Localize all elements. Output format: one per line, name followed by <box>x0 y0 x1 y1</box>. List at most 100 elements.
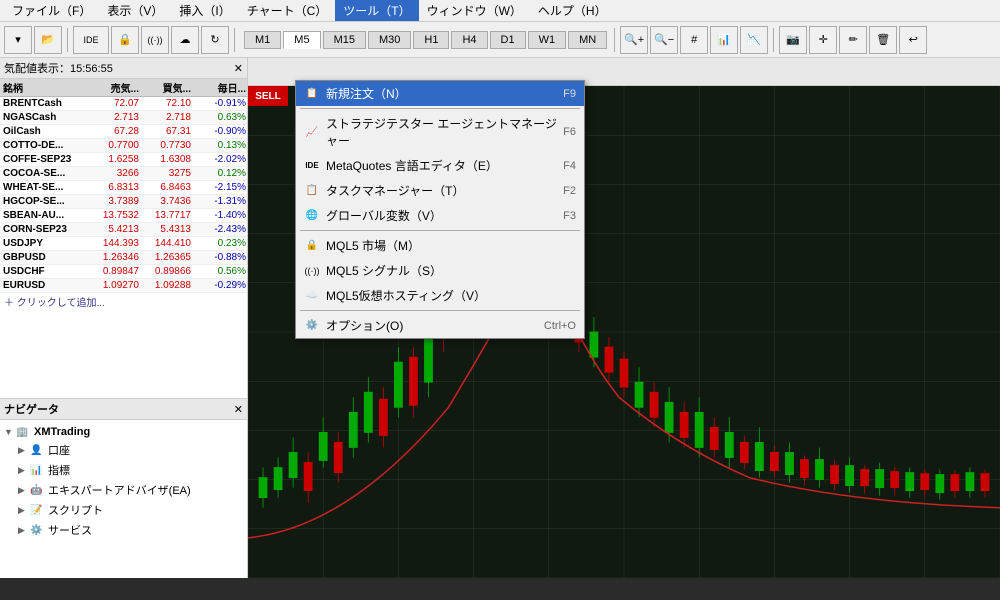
toolbar-chart-type2[interactable]: 📉 <box>740 26 768 54</box>
tab-h4[interactable]: H4 <box>451 31 487 49</box>
nav-expand-ea[interactable]: ▶ <box>18 485 28 496</box>
nav-icon-indicator: 📊 <box>30 465 44 476</box>
cell-symbol: COFFE-SEP23 <box>0 153 90 166</box>
nav-label-broker: XMTrading <box>34 426 90 438</box>
toolbar-cloud[interactable]: ☁ <box>171 26 199 54</box>
tab-m1[interactable]: M1 <box>244 31 281 49</box>
task-manager-icon: 📋 <box>304 183 320 199</box>
nav-expand-account[interactable]: ▶ <box>18 445 28 456</box>
table-row[interactable]: COFFE-SEP23 1.6258 1.6308 -2.02% <box>0 153 247 167</box>
cell-change: 0.56% <box>194 265 247 278</box>
separator-4 <box>773 28 774 52</box>
watchlist-header: 気配値表示：15:56:55 ✕ <box>0 58 247 79</box>
menu-mql5-hosting[interactable]: ☁️ MQL5仮想ホスティング（V） <box>296 283 584 308</box>
cell-change: -0.91% <box>194 97 247 110</box>
cell-symbol: BRENTCash <box>0 97 90 110</box>
col-sell: 売気... <box>90 79 142 96</box>
cell-sell: 6.8313 <box>90 181 142 194</box>
menu-tools[interactable]: ツール（T） <box>335 0 418 21</box>
mql5-hosting-icon: ☁️ <box>304 288 320 304</box>
cell-change: 0.12% <box>194 167 247 180</box>
menu-chart[interactable]: チャート（C） <box>239 0 336 21</box>
toolbar-open[interactable]: 📂 <box>34 26 62 54</box>
menu-task-manager[interactable]: 📋 タスクマネージャー（T） F2 <box>296 178 584 203</box>
nav-close[interactable]: ✕ <box>234 403 243 416</box>
table-row[interactable]: BRENTCash 72.07 72.10 -0.91% <box>0 97 247 111</box>
nav-item-script[interactable]: ▶ 📝 スクリプト <box>4 500 243 520</box>
menu-mql5-market[interactable]: 🔒 MQL5 市場（M） <box>296 233 584 258</box>
menu-new-order[interactable]: 📋 新規注文（N） F9 <box>296 81 584 106</box>
separator-3 <box>300 310 580 311</box>
toolbar-new[interactable]: ▾ <box>4 26 32 54</box>
menu-file[interactable]: ファイル（F） <box>4 0 99 21</box>
nav-item-indicator[interactable]: ▶ 📊 指標 <box>4 460 243 480</box>
cell-change: 0.13% <box>194 139 247 152</box>
menu-metaquotes-editor[interactable]: IDE MetaQuotes 言語エディタ（E） F4 <box>296 153 584 178</box>
sell-indicator[interactable]: SELL <box>248 86 288 106</box>
cell-sell: 2.713 <box>90 111 142 124</box>
separator-2 <box>300 230 580 231</box>
table-row[interactable]: WHEAT-SE... 6.8313 6.8463 -2.15% <box>0 181 247 195</box>
nav-expand-broker[interactable]: ▼ <box>4 427 14 437</box>
toolbar-draw[interactable]: ✏ <box>839 26 867 54</box>
tab-m30[interactable]: M30 <box>368 31 411 49</box>
nav-expand-script[interactable]: ▶ <box>18 505 28 516</box>
toolbar-chart-type1[interactable]: 📊 <box>710 26 738 54</box>
toolbar-grid[interactable]: # <box>680 26 708 54</box>
table-row[interactable]: USDJPY 144.393 144.410 0.23% <box>0 237 247 251</box>
toolbar-lock[interactable]: 🔒 <box>111 26 139 54</box>
table-row[interactable]: COTTO-DE... 0.7700 0.7730 0.13% <box>0 139 247 153</box>
table-row[interactable]: COCOA-SE... 3266 3275 0.12% <box>0 167 247 181</box>
new-order-icon: 📋 <box>304 86 320 102</box>
nav-item-ea[interactable]: ▶ 🤖 エキスパートアドバイザ(EA) <box>4 480 243 500</box>
menu-view[interactable]: 表示（V） <box>99 0 171 21</box>
menu-window[interactable]: ウィンドウ（W） <box>419 0 530 21</box>
cell-symbol: COTTO-DE... <box>0 139 90 152</box>
toolbar-zoom-in[interactable]: 🔍+ <box>620 26 648 54</box>
tab-mn[interactable]: MN <box>568 31 607 49</box>
cell-sell: 1.09270 <box>90 279 142 292</box>
watchlist-close[interactable]: ✕ <box>234 62 243 75</box>
menu-global-vars[interactable]: 🌐 グローバル変数（V） F3 <box>296 203 584 228</box>
col-change: 毎日... <box>194 79 247 96</box>
cell-sell: 72.07 <box>90 97 142 110</box>
add-symbol-btn[interactable]: ＋ クリックして追加... <box>0 293 247 310</box>
toolbar-ide[interactable]: IDE <box>73 26 109 54</box>
table-row[interactable]: OilCash 67.28 67.31 -0.90% <box>0 125 247 139</box>
toolbar-crosshair[interactable]: ✛ <box>809 26 837 54</box>
menu-options[interactable]: ⚙️ オプション(O) Ctrl+O <box>296 313 584 338</box>
toolbar-undo[interactable]: ↩ <box>899 26 927 54</box>
menu-help[interactable]: ヘルプ（H） <box>530 0 615 21</box>
cell-buy: 1.26365 <box>142 251 194 264</box>
nav-item-broker[interactable]: ▼ 🏢 XMTrading <box>4 424 243 440</box>
toolbar-zoom-out[interactable]: 🔍− <box>650 26 678 54</box>
menu-insert[interactable]: 挿入（I） <box>171 0 238 21</box>
cell-change: -1.40% <box>194 209 247 222</box>
table-row[interactable]: SBEAN-AU... 13.7532 13.7717 -1.40% <box>0 209 247 223</box>
cell-change: -0.90% <box>194 125 247 138</box>
toolbar-radio[interactable]: ((·)) <box>141 26 169 54</box>
tab-m5[interactable]: M5 <box>283 31 320 49</box>
menu-strategy-tester[interactable]: 📈 ストラテジテスター エージェントマネージャー F6 <box>296 111 584 153</box>
tab-w1[interactable]: W1 <box>528 31 567 49</box>
toolbar-screenshot[interactable]: 📷 <box>779 26 807 54</box>
nav-item-account[interactable]: ▶ 👤 口座 <box>4 440 243 460</box>
toolbar-refresh[interactable]: ↻ <box>201 26 229 54</box>
watchlist-header-row: 銘柄 売気... 買気... 毎日... <box>0 79 247 97</box>
tab-m15[interactable]: M15 <box>323 31 366 49</box>
table-row[interactable]: NGASCash 2.713 2.718 0.63% <box>0 111 247 125</box>
nav-expand-service[interactable]: ▶ <box>18 525 28 536</box>
tab-d1[interactable]: D1 <box>490 31 526 49</box>
table-row[interactable]: HGCOP-SE... 3.7389 3.7436 -1.31% <box>0 195 247 209</box>
menu-mql5-signals[interactable]: ((·)) MQL5 シグナル（S） <box>296 258 584 283</box>
tab-h1[interactable]: H1 <box>413 31 449 49</box>
table-row[interactable]: EURUSD 1.09270 1.09288 -0.29% <box>0 279 247 293</box>
nav-tree: ▼ 🏢 XMTrading ▶ 👤 口座 ▶ 📊 指標 ▶ 🤖 <box>0 420 247 544</box>
nav-item-service[interactable]: ▶ ⚙️ サービス <box>4 520 243 540</box>
table-row[interactable]: GBPUSD 1.26346 1.26365 -0.88% <box>0 251 247 265</box>
table-row[interactable]: USDCHF 0.89847 0.89866 0.56% <box>0 265 247 279</box>
toolbar-delete[interactable]: 🗑 <box>869 26 897 54</box>
table-row[interactable]: CORN-SEP23 5.4213 5.4313 -2.43% <box>0 223 247 237</box>
nav-expand-indicator[interactable]: ▶ <box>18 465 28 476</box>
cell-buy: 1.09288 <box>142 279 194 292</box>
